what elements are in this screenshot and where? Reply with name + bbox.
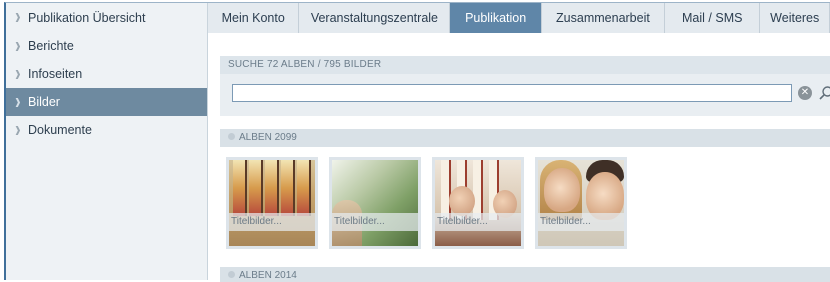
thumbnail-image	[229, 160, 315, 246]
sidebar-item-infoseiten[interactable]: ❱ Infoseiten	[6, 60, 207, 88]
sidebar-item-label: Bilder	[28, 95, 60, 109]
thumbnail-caption: Titelbilder...	[435, 213, 521, 231]
chevron-right-icon: ❱	[14, 68, 22, 79]
sidebar-item-label: Berichte	[28, 39, 74, 53]
sidebar-item-label: Dokumente	[28, 123, 92, 137]
album-thumbnails: Titelbilder... Titelbilder... Titelbilde…	[226, 157, 638, 249]
thumbnail-image	[538, 160, 624, 246]
magnifier-icon[interactable]	[818, 85, 830, 101]
sidebar-item-label: Publikation Übersicht	[28, 10, 146, 25]
tab-weiteres[interactable]: Weiteres	[760, 3, 830, 33]
thumbnail-caption: Titelbilder...	[538, 213, 624, 231]
album-thumbnail[interactable]: Titelbilder...	[432, 157, 524, 249]
album-thumbnail[interactable]: Titelbilder...	[329, 157, 421, 249]
top-navigation: Mein Konto Veranstaltungszentrale Publik…	[208, 3, 830, 33]
chevron-right-icon: ❱	[14, 40, 22, 51]
search-summary: SUCHE 72 ALBEN / 795 BILDER	[220, 56, 830, 74]
app-window: ❱ Publikation Übersicht ❱ Berichte ❱ Inf…	[4, 2, 830, 282]
collapse-icon	[228, 133, 235, 140]
album-thumbnail[interactable]: Titelbilder...	[226, 157, 318, 249]
chevron-right-icon: ❱	[14, 12, 22, 22]
chevron-right-icon: ❱	[14, 124, 22, 135]
sidebar-item-publikation-uebersicht[interactable]: ❱ Publikation Übersicht	[6, 3, 207, 32]
tab-mein-konto[interactable]: Mein Konto	[208, 3, 300, 33]
sidebar-item-berichte[interactable]: ❱ Berichte	[6, 32, 207, 60]
collapse-icon	[228, 271, 235, 278]
tab-zusammenarbeit[interactable]: Zusammenarbeit	[541, 3, 666, 33]
album-thumbnail[interactable]: Titelbilder...	[535, 157, 627, 249]
search-row: ✕	[232, 84, 830, 102]
main-content: SUCHE 72 ALBEN / 795 BILDER ✕ ALBEN 2099	[208, 34, 830, 282]
thumbnail-image	[332, 160, 418, 246]
tab-veranstaltungszentrale[interactable]: Veranstaltungszentrale	[299, 3, 451, 33]
tab-mail-sms[interactable]: Mail / SMS	[665, 3, 761, 33]
thumbnail-image	[435, 160, 521, 246]
chevron-right-icon: ❱	[14, 96, 22, 107]
search-input[interactable]	[232, 84, 792, 102]
search-panel: SUCHE 72 ALBEN / 795 BILDER ✕	[220, 56, 830, 116]
thumbnail-caption: Titelbilder...	[229, 213, 315, 231]
album-header[interactable]: ALBEN 2014	[220, 267, 830, 282]
sidebar-item-label: Infoseiten	[28, 67, 83, 81]
sidebar: ❱ Publikation Übersicht ❱ Berichte ❱ Inf…	[6, 3, 208, 280]
sidebar-item-bilder[interactable]: ❱ Bilder	[6, 88, 207, 116]
thumbnail-caption: Titelbilder...	[332, 213, 418, 231]
sidebar-item-dokumente[interactable]: ❱ Dokumente	[6, 116, 207, 144]
tab-publikation[interactable]: Publikation	[450, 3, 542, 33]
album-title: ALBEN 2014	[239, 270, 297, 281]
clear-icon[interactable]: ✕	[798, 86, 812, 100]
album-title: ALBEN 2099	[239, 132, 297, 143]
album-header[interactable]: ALBEN 2099	[220, 129, 830, 147]
